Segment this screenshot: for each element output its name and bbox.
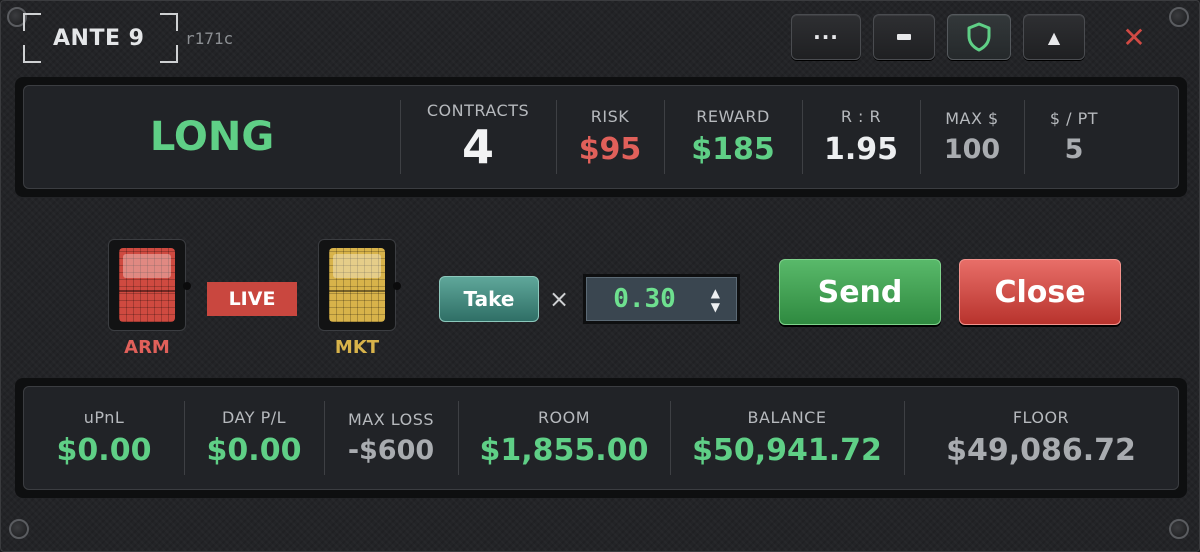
max-loss-stat: MAX LOSS -$600 (324, 387, 458, 489)
close-window-button[interactable]: ✕ (1117, 21, 1151, 55)
app-window: ANTE 9 r171c ··· ▲ ✕ LONG CONTRACTS 4 RI… (0, 0, 1200, 552)
risk-value: $95 (578, 132, 642, 167)
multiplier-value[interactable]: 0.30 (613, 284, 676, 314)
stepper-down-icon[interactable]: ▼ (711, 300, 720, 314)
take-button[interactable]: Take (439, 276, 539, 322)
risk-label: RISK (590, 107, 630, 126)
floor-label: FLOOR (1012, 408, 1070, 427)
contracts-value: 4 (461, 119, 494, 174)
collapse-button[interactable]: ▲ (1023, 14, 1085, 60)
ppt-value: 5 (1064, 134, 1084, 165)
risk-stat: RISK $95 (556, 86, 664, 188)
day-pl-label: DAY P/L (221, 408, 287, 427)
title-frame: ANTE 9 (23, 13, 178, 63)
ppt-stat: $ / PT 5 (1024, 86, 1124, 188)
reward-stat: REWARD $185 (664, 86, 802, 188)
market-toggle[interactable] (318, 239, 401, 331)
upnl-label: uPnL (83, 408, 125, 427)
multiply-sign: × (549, 285, 570, 313)
max-label: MAX $ (945, 109, 999, 128)
room-label: ROOM (537, 408, 591, 427)
contracts-stat: CONTRACTS 4 (400, 86, 556, 188)
close-position-button[interactable]: Close (959, 259, 1121, 325)
minimize-button[interactable] (873, 14, 935, 60)
account-panel: uPnL $0.00 DAY P/L $0.00 MAX LOSS -$600 … (15, 378, 1187, 498)
day-pl-stat: DAY P/L $0.00 (184, 387, 324, 489)
protection-toggle-button[interactable] (947, 14, 1011, 60)
upnl-value: $0.00 (56, 433, 152, 468)
reward-value: $185 (691, 132, 775, 167)
day-pl-value: $0.00 (206, 433, 302, 468)
close-icon: ✕ (1122, 21, 1146, 54)
max-stat: MAX $ 100 (920, 86, 1024, 188)
position-panel: LONG CONTRACTS 4 RISK $95 REWARD $185 R … (15, 77, 1187, 197)
floor-value: $49,086.72 (946, 433, 1136, 468)
position-side: LONG (24, 86, 400, 188)
room-stat: ROOM $1,855.00 (458, 387, 670, 489)
balance-stat: BALANCE $50,941.72 (670, 387, 904, 489)
max-loss-value: -$600 (347, 435, 435, 466)
ppt-label: $ / PT (1049, 109, 1099, 128)
market-label: MKT (334, 337, 380, 358)
arm-label: ARM (124, 337, 170, 358)
balance-value: $50,941.72 (692, 433, 882, 468)
reward-label: REWARD (696, 107, 770, 126)
balance-label: BALANCE (747, 408, 827, 427)
screw-icon (1169, 7, 1189, 27)
max-loss-label: MAX LOSS (347, 410, 435, 429)
rr-value: 1.95 (823, 132, 899, 167)
shield-icon (967, 22, 991, 52)
triangle-up-icon: ▲ (1047, 27, 1061, 47)
screw-icon (9, 519, 29, 539)
room-value: $1,855.00 (479, 433, 649, 468)
stepper-arrows[interactable]: ▲ ▼ (711, 286, 720, 314)
upnl-stat: uPnL $0.00 (24, 387, 184, 489)
minimize-icon (897, 34, 911, 40)
more-button[interactable]: ··· (791, 14, 861, 60)
rr-label: R : R (840, 107, 882, 126)
contracts-label: CONTRACTS (426, 100, 530, 120)
max-value: 100 (943, 134, 1001, 165)
take-multiplier-stepper[interactable]: 0.30 ▲ ▼ (583, 274, 740, 324)
more-icon: ··· (813, 25, 839, 49)
send-button[interactable]: Send (779, 259, 941, 325)
app-title: ANTE 9 (53, 26, 145, 51)
live-badge: LIVE (207, 282, 297, 316)
stepper-up-icon[interactable]: ▲ (711, 286, 720, 300)
version-label: r171c (185, 29, 234, 48)
screw-icon (1169, 519, 1189, 539)
arm-toggle[interactable] (108, 239, 191, 331)
side-value: LONG (149, 114, 275, 160)
floor-stat: FLOOR $49,086.72 (904, 387, 1178, 489)
rr-stat: R : R 1.95 (802, 86, 920, 188)
